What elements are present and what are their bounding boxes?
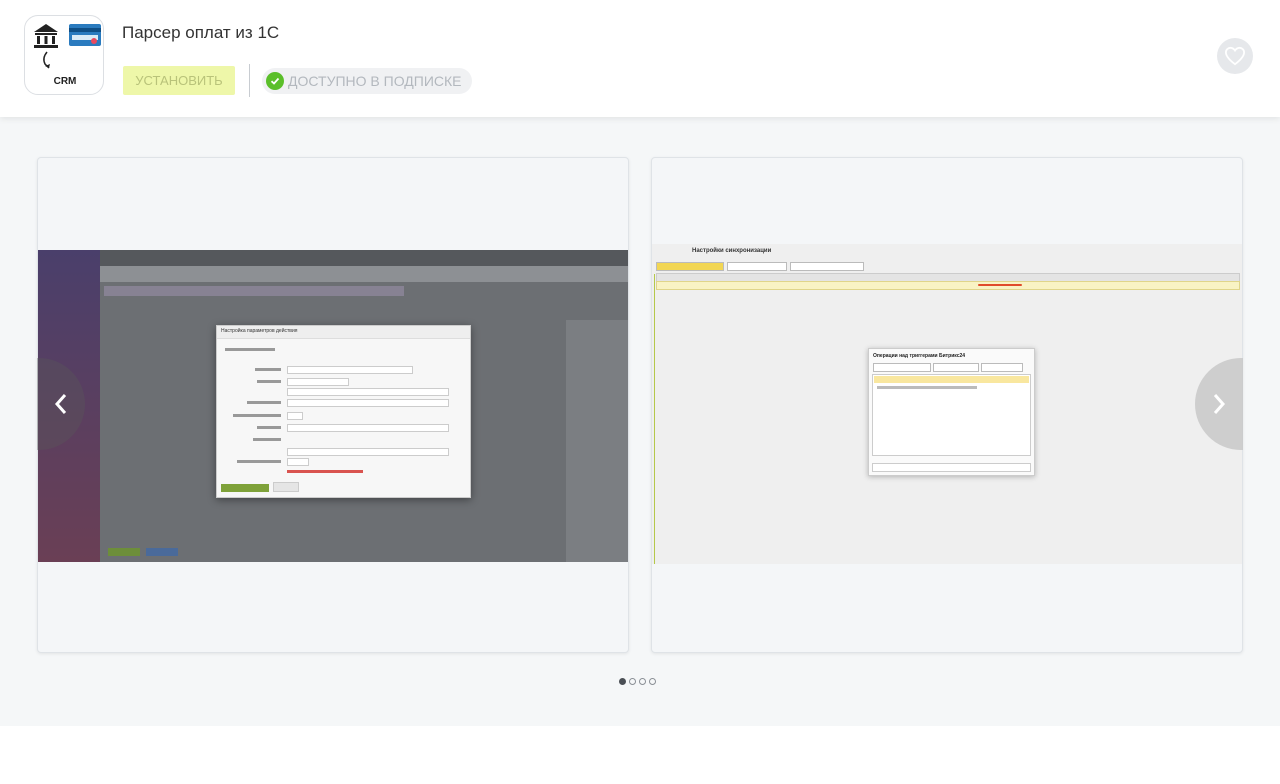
header-divider bbox=[249, 64, 250, 97]
check-circle-icon bbox=[266, 72, 284, 90]
gallery-pagination bbox=[619, 678, 656, 685]
app-header: CRM Парсер оплат из 1С УСТАНОВИТЬ ДОСТУП… bbox=[0, 0, 1280, 117]
subscription-label: ДОСТУПНО В ПОДПИСКЕ bbox=[288, 73, 462, 89]
heart-icon bbox=[1224, 46, 1246, 66]
favorite-button[interactable] bbox=[1217, 38, 1253, 74]
chevron-right-icon bbox=[1213, 394, 1226, 414]
gallery-slide[interactable]: Настройка параметров действия bbox=[37, 157, 629, 653]
screenshot-image: Настройки синхронизации Операции над три… bbox=[652, 244, 1242, 564]
app-title: Парсер оплат из 1С bbox=[122, 23, 280, 42]
pagination-dot[interactable] bbox=[619, 678, 626, 685]
subscription-badge: ДОСТУПНО В ПОДПИСКЕ bbox=[262, 68, 472, 94]
icon-caption: CRM bbox=[53, 76, 77, 87]
screenshot-image: Настройка параметров действия bbox=[38, 250, 628, 562]
dialog-title: Операции над триггерами Битрикс24 bbox=[873, 353, 966, 359]
chevron-left-icon bbox=[54, 394, 67, 414]
bank-icon bbox=[34, 24, 101, 69]
gallery-slide[interactable]: Настройки синхронизации Операции над три… bbox=[651, 157, 1243, 653]
dialog-title: Настройка параметров действия bbox=[217, 326, 470, 339]
screenshot-gallery: Настройка параметров действия Настройки … bbox=[0, 117, 1280, 726]
pagination-dot[interactable] bbox=[629, 678, 636, 685]
app-icon: CRM bbox=[24, 15, 104, 95]
screenshot-dialog: Операции над триггерами Битрикс24 bbox=[868, 348, 1035, 476]
pagination-dot[interactable] bbox=[649, 678, 656, 685]
screenshot-dialog: Настройка параметров действия bbox=[216, 325, 471, 498]
window-title: Настройки синхронизации bbox=[692, 248, 772, 254]
install-button[interactable]: УСТАНОВИТЬ bbox=[123, 66, 235, 95]
pagination-dot[interactable] bbox=[639, 678, 646, 685]
